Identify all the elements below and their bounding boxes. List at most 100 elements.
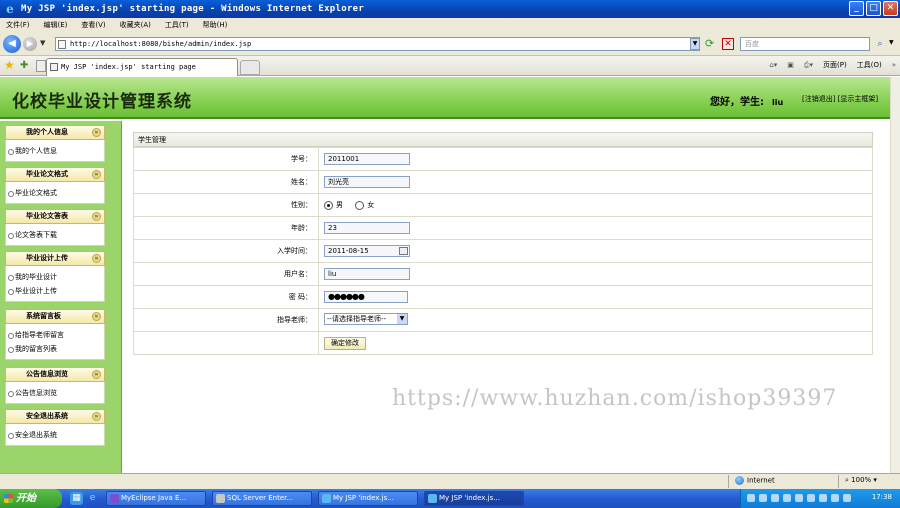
- username-input[interactable]: liu: [324, 268, 410, 280]
- gender-female-radio[interactable]: [355, 200, 365, 210]
- calendar-icon[interactable]: [399, 247, 408, 255]
- tab-current[interactable]: My JSP 'index.jsp' starting page: [46, 58, 238, 76]
- address-input[interactable]: http://localhost:8080/bishe/admin/index.…: [55, 37, 700, 51]
- form-row: 密 码： ●●●●●●: [133, 285, 873, 309]
- tray-icon[interactable]: [795, 494, 803, 502]
- maximize-button[interactable]: □: [866, 1, 881, 16]
- sidebar-item-notices[interactable]: 公告信息浏览: [6, 386, 104, 400]
- menu-view[interactable]: 查看(V): [81, 20, 105, 30]
- tray-icon[interactable]: [831, 494, 839, 502]
- start-button[interactable]: 开始: [0, 489, 62, 508]
- back-arrow-icon[interactable]: ◀: [3, 35, 21, 53]
- tray-icon[interactable]: [819, 494, 827, 502]
- sidebar-item-logout[interactable]: 安全退出系统: [6, 428, 104, 442]
- tray-icon[interactable]: [771, 494, 779, 502]
- site-title: 化校毕业设计管理系统: [12, 92, 192, 112]
- collapse-icon[interactable]: »: [92, 212, 101, 221]
- tray-icon[interactable]: [759, 494, 767, 502]
- search-dropdown-icon[interactable]: ▼: [889, 39, 894, 46]
- zoom-level[interactable]: ⌕ 100% ▾: [845, 476, 877, 485]
- clock[interactable]: 17:38: [872, 493, 892, 501]
- student-no-input[interactable]: 2011001: [324, 153, 410, 165]
- advisor-select[interactable]: --请选择指导老师-- ▼: [324, 313, 408, 325]
- menu-help[interactable]: 帮助(H): [203, 20, 228, 30]
- name-input[interactable]: 刘光亮: [324, 176, 410, 188]
- print-icon[interactable]: ⎙▾: [804, 61, 813, 70]
- tray-icon[interactable]: [783, 494, 791, 502]
- task-sql-server[interactable]: SQL Server Enter...: [212, 491, 312, 506]
- task-ie-2[interactable]: My JSP 'index.js...: [424, 491, 524, 506]
- menu-file[interactable]: 文件(F): [6, 20, 30, 30]
- task-ie-1[interactable]: My JSP 'index.js...: [318, 491, 418, 506]
- home-icon[interactable]: ⌂▾: [769, 61, 777, 69]
- sidebar-group-title[interactable]: 公告信息浏览»: [5, 367, 105, 382]
- zoom-icon: ⌕: [845, 476, 849, 484]
- sidebar-group-title[interactable]: 安全退出系统»: [5, 409, 105, 424]
- header-links[interactable]: [注销退出] [显示主框架]: [802, 94, 878, 104]
- sidebar-group-title[interactable]: 毕业设计上传»: [5, 251, 105, 266]
- enroll-date-input[interactable]: 2011-08-15: [324, 245, 410, 257]
- sidebar-group-title[interactable]: 毕业论文格式»: [5, 167, 105, 182]
- menu-favorites[interactable]: 收藏夹(A): [120, 20, 151, 30]
- advisor-label: 指导老师：: [133, 308, 319, 332]
- ie-quicklaunch-icon[interactable]: e: [86, 492, 99, 505]
- watermark: https://www.huzhan.com/ishop39397: [392, 386, 838, 411]
- sidebar-item-form-download[interactable]: 论文答表下载: [6, 228, 104, 242]
- tray-icon[interactable]: [747, 494, 755, 502]
- vertical-scrollbar[interactable]: [890, 77, 900, 473]
- search-input[interactable]: 百度: [740, 37, 870, 51]
- collapse-icon[interactable]: »: [92, 370, 101, 379]
- page-icon: [58, 40, 66, 49]
- globe-icon: [735, 476, 744, 485]
- sidebar-item-my-design[interactable]: 我的毕业设计: [6, 270, 104, 284]
- page-menu[interactable]: 页面(P): [823, 60, 847, 70]
- menu-edit[interactable]: 编辑(E): [44, 20, 68, 30]
- sidebar-item-upload[interactable]: 毕业设计上传: [6, 284, 104, 298]
- feeds-icon[interactable]: ▣: [787, 61, 794, 69]
- window-titlebar[interactable]: e My JSP 'index.jsp' starting page - Win…: [0, 0, 900, 18]
- sidebar-group-title[interactable]: 我的个人信息»: [5, 125, 105, 140]
- address-dropdown-icon[interactable]: ▼: [690, 38, 700, 50]
- submit-button[interactable]: 确定修改: [324, 336, 366, 350]
- minimize-button[interactable]: _: [849, 1, 864, 16]
- collapse-icon[interactable]: »: [92, 412, 101, 421]
- show-desktop-icon[interactable]: ▦: [70, 492, 83, 505]
- add-favorite-icon[interactable]: ✚: [20, 59, 28, 73]
- main-content: 学生管理 学号： 2011001 姓名： 刘光亮 性别： 男 女 年龄： 23 …: [133, 132, 873, 355]
- form-row: 年龄： 23: [133, 216, 873, 240]
- sidebar-group-title[interactable]: 毕业论文答表»: [5, 209, 105, 224]
- address-url: http://localhost:8080/bishe/admin/index.…: [70, 40, 252, 48]
- tray-icon[interactable]: [807, 494, 815, 502]
- history-dropdown-icon[interactable]: ▼: [40, 39, 45, 47]
- form-row: 入学时间： 2011-08-15: [133, 239, 873, 263]
- close-button[interactable]: ✕: [883, 1, 898, 16]
- gender-male-radio[interactable]: [324, 200, 333, 210]
- sidebar-group-title[interactable]: 系统留言板»: [5, 309, 105, 324]
- sidebar-item-format[interactable]: 毕业论文格式: [6, 186, 104, 200]
- stop-icon[interactable]: ✕: [722, 38, 734, 50]
- sidebar-item-leave-message[interactable]: 给指导老师留言: [6, 328, 104, 342]
- favorites-star-icon[interactable]: ★: [4, 58, 15, 72]
- form-row: 指导老师： --请选择指导老师-- ▼: [133, 308, 873, 332]
- collapse-icon[interactable]: »: [92, 128, 101, 137]
- forward-arrow-icon[interactable]: ▶: [23, 37, 37, 51]
- collapse-icon[interactable]: »: [92, 312, 101, 321]
- sidebar-item-message-list[interactable]: 我的留言列表: [6, 342, 104, 356]
- search-icon[interactable]: ⌕: [873, 37, 887, 51]
- menu-tools[interactable]: 工具(T): [165, 20, 189, 30]
- password-input[interactable]: ●●●●●●: [324, 291, 408, 303]
- security-zone: Internet: [735, 476, 775, 485]
- age-input[interactable]: 23: [324, 222, 410, 234]
- tab-list-icon[interactable]: [36, 60, 46, 72]
- sidebar-item-profile[interactable]: 我的个人信息: [6, 144, 104, 158]
- collapse-icon[interactable]: »: [92, 254, 101, 263]
- refresh-icon[interactable]: ⟳: [705, 38, 714, 50]
- collapse-icon[interactable]: »: [92, 170, 101, 179]
- new-tab-button[interactable]: [240, 60, 260, 75]
- more-icon[interactable]: »: [892, 61, 896, 69]
- task-myeclipse[interactable]: MyEclipse Java E...: [106, 491, 206, 506]
- tray-icon[interactable]: [843, 494, 851, 502]
- student-form: 学号： 2011001 姓名： 刘光亮 性别： 男 女 年龄： 23 入学时间：…: [133, 147, 873, 355]
- sidebar-group-format: 毕业论文格式» 毕业论文格式: [5, 167, 105, 204]
- tools-menu[interactable]: 工具(O): [857, 60, 882, 70]
